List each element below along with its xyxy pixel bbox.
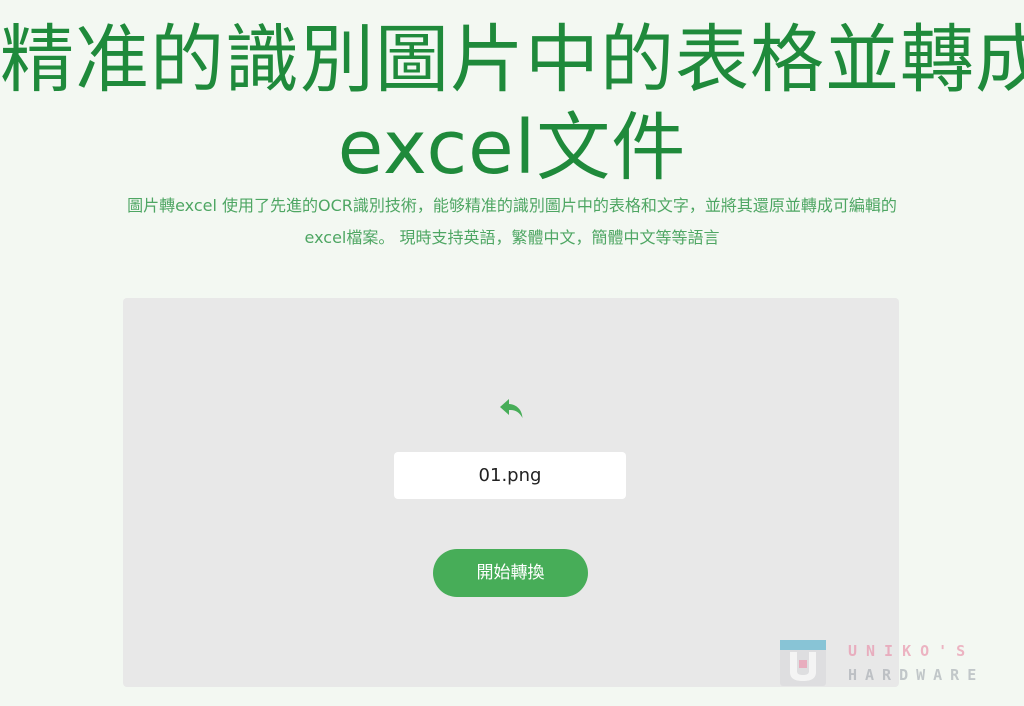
watermark-subtitle: HARDWARE xyxy=(848,666,985,684)
page-title: 精准的識別圖片中的表格並轉成 excel文件 xyxy=(0,16,1024,192)
page-title-line-2: excel文件 xyxy=(337,105,687,191)
upload-panel[interactable]: 01.png 開始轉換 xyxy=(123,298,899,687)
watermark: UNIKO'S HARDWARE xyxy=(778,638,978,690)
undo-arrow-icon-graphic xyxy=(500,399,523,418)
selected-file-name: 01.png xyxy=(394,452,626,499)
page-description-line-2: excel檔案。 現時支持英語，繁體中文，簡體中文等等語言 xyxy=(304,228,720,247)
page-description-line-1: 圖片轉excel 使用了先進的OCR識別技術，能够精准的識別圖片中的表格和文字，… xyxy=(127,196,897,215)
undo-arrow-icon[interactable] xyxy=(498,396,526,422)
page-description: 圖片轉excel 使用了先進的OCR識別技術，能够精准的識別圖片中的表格和文字，… xyxy=(40,190,984,254)
uniko-logo-icon xyxy=(778,638,828,688)
watermark-brand: UNIKO'S xyxy=(848,642,975,660)
start-convert-button[interactable]: 開始轉換 xyxy=(433,549,588,597)
page-title-line-1: 精准的識別圖片中的表格並轉成 xyxy=(0,17,1024,103)
